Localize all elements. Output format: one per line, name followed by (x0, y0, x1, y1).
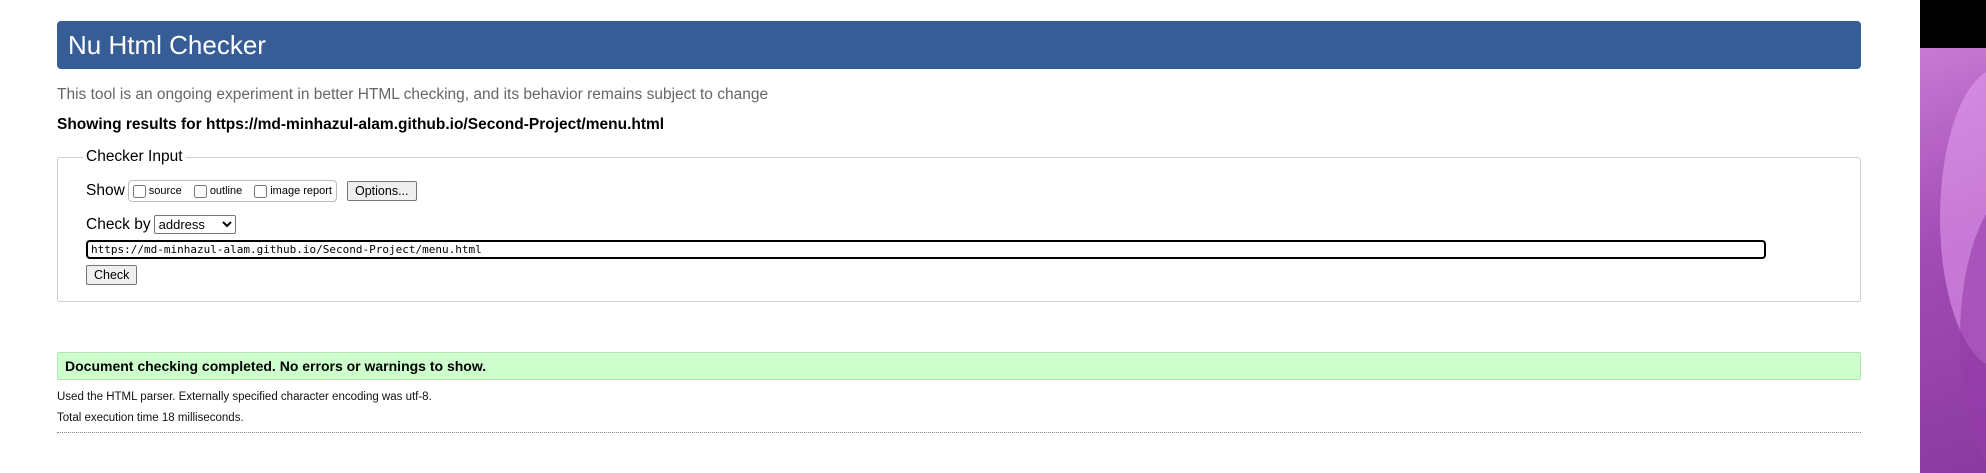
wallpaper (1920, 48, 1986, 473)
checker-input-legend: Checker Input (86, 148, 183, 165)
show-outline-option[interactable]: outline (192, 184, 243, 198)
check-by-row: Check by address (86, 215, 1832, 234)
show-source-option[interactable]: source (131, 184, 182, 198)
page-title: Nu Html Checker (68, 30, 266, 60)
results-for-heading: Showing results for https://md-minhazul-… (57, 116, 665, 133)
show-options-group: source outline image report (127, 180, 337, 202)
show-image-report-checkbox[interactable] (254, 184, 268, 198)
show-label: Show (86, 182, 125, 199)
show-outline-label: outline (209, 185, 243, 197)
checker-input-panel: Checker Input Show source outline image … (57, 148, 1861, 302)
result-details: Used the HTML parser. Externally specifi… (57, 387, 1861, 429)
show-image-report-option[interactable]: image report (252, 184, 332, 198)
options-button[interactable]: Options... (347, 181, 417, 201)
success-message: Document checking completed. No errors o… (57, 352, 1861, 380)
tool-disclaimer: This tool is an ongoing experiment in be… (57, 86, 769, 103)
show-image-report-label: image report (270, 185, 332, 197)
dark-panel (1920, 0, 1986, 48)
execution-time: Total execution time 18 milliseconds. (57, 412, 244, 424)
app-header: Nu Html Checker (57, 21, 1861, 69)
show-source-checkbox[interactable] (132, 184, 146, 198)
footer-divider (57, 432, 1861, 433)
desktop-wallpaper-edge (1920, 0, 1986, 473)
url-input[interactable] (86, 240, 1766, 259)
show-options-row: Show source outline image report Options… (86, 180, 1832, 202)
show-outline-checkbox[interactable] (193, 184, 207, 198)
check-by-label: Check by (86, 215, 151, 233)
check-button[interactable]: Check (86, 265, 138, 285)
show-source-label: source (148, 185, 182, 197)
parser-info: Used the HTML parser. Externally specifi… (57, 391, 432, 403)
check-by-select[interactable]: address (153, 215, 236, 234)
checker-page: Nu Html Checker This tool is an ongoing … (57, 21, 1861, 433)
